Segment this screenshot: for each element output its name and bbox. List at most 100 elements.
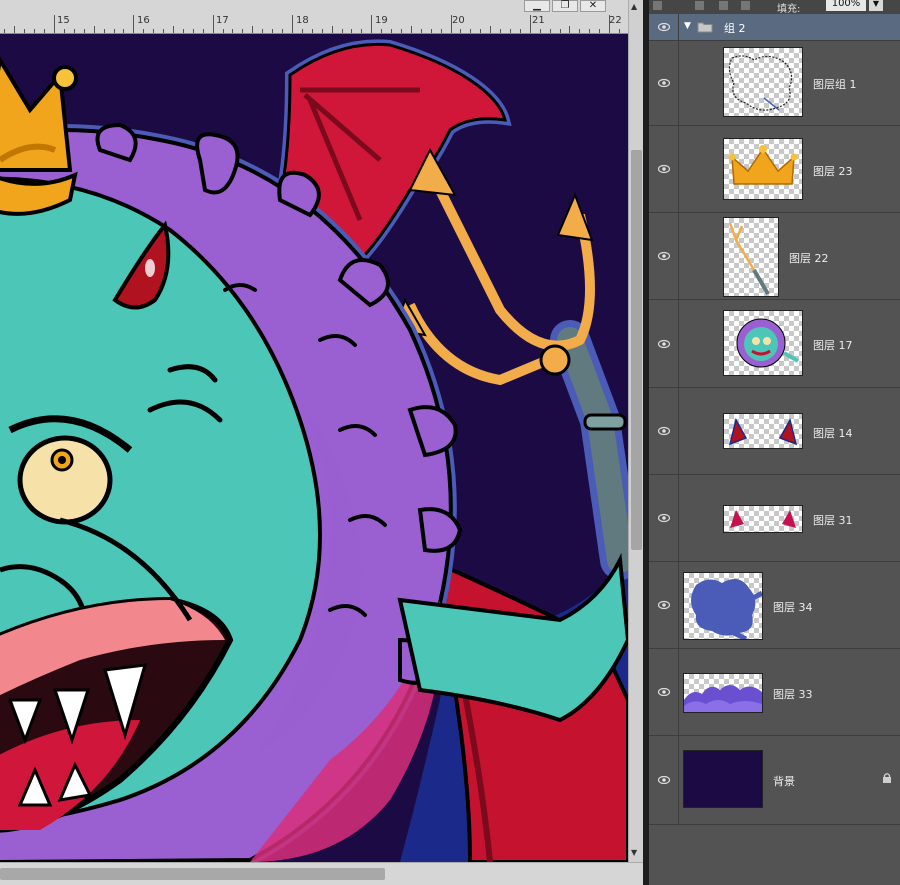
- lock-icon: [883, 773, 891, 783]
- layer-row[interactable]: 图层 23: [649, 126, 900, 213]
- layer-row[interactable]: 图层 31: [649, 475, 900, 562]
- ruler-tick: [510, 29, 511, 33]
- fill-input[interactable]: 100%: [826, 0, 866, 11]
- ruler-tick: [579, 29, 581, 33]
- layer-name: 背景: [773, 775, 795, 788]
- layer-row[interactable]: 图层组 1: [649, 40, 900, 126]
- ruler-label: 16: [137, 15, 150, 26]
- layer-name: 图层 17: [813, 339, 853, 352]
- ruler-label: 15: [57, 15, 70, 26]
- layer-row[interactable]: 背景: [649, 736, 900, 825]
- artwork-canvas[interactable]: [0, 34, 628, 862]
- ruler-tick: [400, 29, 402, 33]
- ruler-label: 22: [609, 15, 622, 26]
- eye-icon: [658, 339, 670, 348]
- lock-all-icon[interactable]: [741, 1, 750, 10]
- eye-icon: [658, 600, 670, 610]
- ruler-tick: [490, 26, 492, 33]
- ruler-tick: [341, 29, 343, 33]
- eye-icon: [658, 775, 670, 785]
- eye-icon: [658, 426, 670, 436]
- layer-thumbnail: [723, 413, 803, 449]
- group-name: 组 2: [724, 22, 746, 35]
- ruler-tick: [549, 29, 551, 33]
- visibility-toggle[interactable]: [649, 300, 679, 387]
- ruler-tick: [133, 15, 135, 33]
- ruler-tick: [291, 15, 293, 33]
- eye-icon: [658, 513, 670, 523]
- ruler-tick: [153, 29, 155, 33]
- ruler-tick: [93, 26, 95, 33]
- vertical-scroll-thumb[interactable]: [631, 150, 642, 550]
- layer-row[interactable]: 图层 33: [649, 649, 900, 736]
- restore-button[interactable]: ❐: [552, 0, 578, 12]
- horizontal-scrollbar[interactable]: [0, 862, 643, 885]
- ruler-tick: [123, 29, 125, 33]
- horizontal-scroll-thumb[interactable]: [0, 868, 385, 880]
- ruler-tick: [589, 29, 591, 33]
- visibility-toggle[interactable]: [649, 14, 679, 40]
- visibility-toggle[interactable]: [649, 40, 679, 125]
- ruler-tick: [420, 29, 422, 33]
- ruler-tick: [232, 29, 234, 33]
- scroll-down-arrow-icon[interactable]: ▼: [631, 848, 637, 857]
- ruler-tick: [143, 29, 145, 33]
- ruler-tick: [173, 26, 174, 33]
- layers-toolbar: 填充: 100% ▼: [649, 0, 900, 15]
- ruler-tick: [34, 29, 36, 33]
- close-button[interactable]: ✕: [580, 0, 606, 12]
- visibility-toggle[interactable]: [649, 126, 679, 212]
- layer-name: 图层 31: [813, 514, 853, 527]
- fill-label: 填充:: [777, 4, 801, 15]
- layer-name: 图层组 1: [813, 78, 857, 91]
- visibility-toggle[interactable]: [649, 475, 679, 561]
- layer-row[interactable]: 图层 14: [649, 388, 900, 475]
- ruler-tick: [470, 29, 472, 33]
- ruler-tick: [54, 15, 55, 33]
- layer-row[interactable]: 图层 17: [649, 300, 900, 388]
- ruler-tick: [182, 29, 184, 33]
- ruler-tick: [569, 26, 571, 33]
- ruler-tick: [599, 29, 601, 33]
- ruler-tick: [4, 29, 6, 33]
- horizontal-ruler: 15 16 17 18 19 20 21 22 ▁ ❐ ✕: [0, 0, 628, 34]
- ruler-tick: [311, 29, 313, 33]
- ruler-tick: [272, 29, 274, 33]
- lock-position-icon[interactable]: [719, 1, 728, 10]
- layer-name: 图层 33: [773, 688, 813, 701]
- ruler-tick: [14, 26, 16, 33]
- visibility-toggle[interactable]: [649, 213, 679, 299]
- virus-devil-illustration: [0, 39, 628, 862]
- ruler-tick: [361, 29, 363, 33]
- layer-row[interactable]: 图层 34: [649, 562, 900, 649]
- minimize-button[interactable]: ▁: [524, 0, 550, 12]
- ruler-tick: [282, 29, 283, 33]
- layer-group-row[interactable]: ▼ 组 2: [649, 14, 900, 41]
- eye-icon: [658, 78, 670, 87]
- visibility-toggle[interactable]: [649, 736, 679, 824]
- visibility-toggle[interactable]: [649, 649, 679, 735]
- vertical-scrollbar[interactable]: ▲ ▼: [628, 0, 644, 862]
- lock-pixels-icon[interactable]: [695, 1, 704, 10]
- lock-transparency-icon[interactable]: [653, 1, 662, 10]
- ruler-tick: [450, 15, 452, 33]
- layer-thumbnail: [683, 572, 763, 640]
- layer-name: 图层 22: [789, 252, 829, 265]
- expand-triangle-icon[interactable]: ▼: [684, 21, 691, 31]
- ruler-label: 20: [452, 15, 465, 26]
- ruler-tick: [480, 29, 482, 33]
- ruler-tick: [262, 29, 264, 33]
- scroll-up-arrow-icon[interactable]: ▲: [631, 2, 637, 11]
- ruler-tick: [410, 26, 412, 33]
- ruler-tick: [539, 29, 541, 33]
- ruler-tick: [113, 29, 115, 33]
- ruler-label: 21: [532, 15, 545, 26]
- eye-icon: [658, 164, 670, 174]
- visibility-toggle[interactable]: [649, 388, 679, 474]
- layer-row[interactable]: 图层 22: [649, 213, 900, 300]
- ruler-tick: [619, 29, 620, 33]
- fill-dropdown-icon[interactable]: ▼: [869, 0, 883, 11]
- visibility-toggle[interactable]: [649, 562, 679, 648]
- ruler-tick: [331, 26, 333, 33]
- ruler-tick: [440, 29, 442, 33]
